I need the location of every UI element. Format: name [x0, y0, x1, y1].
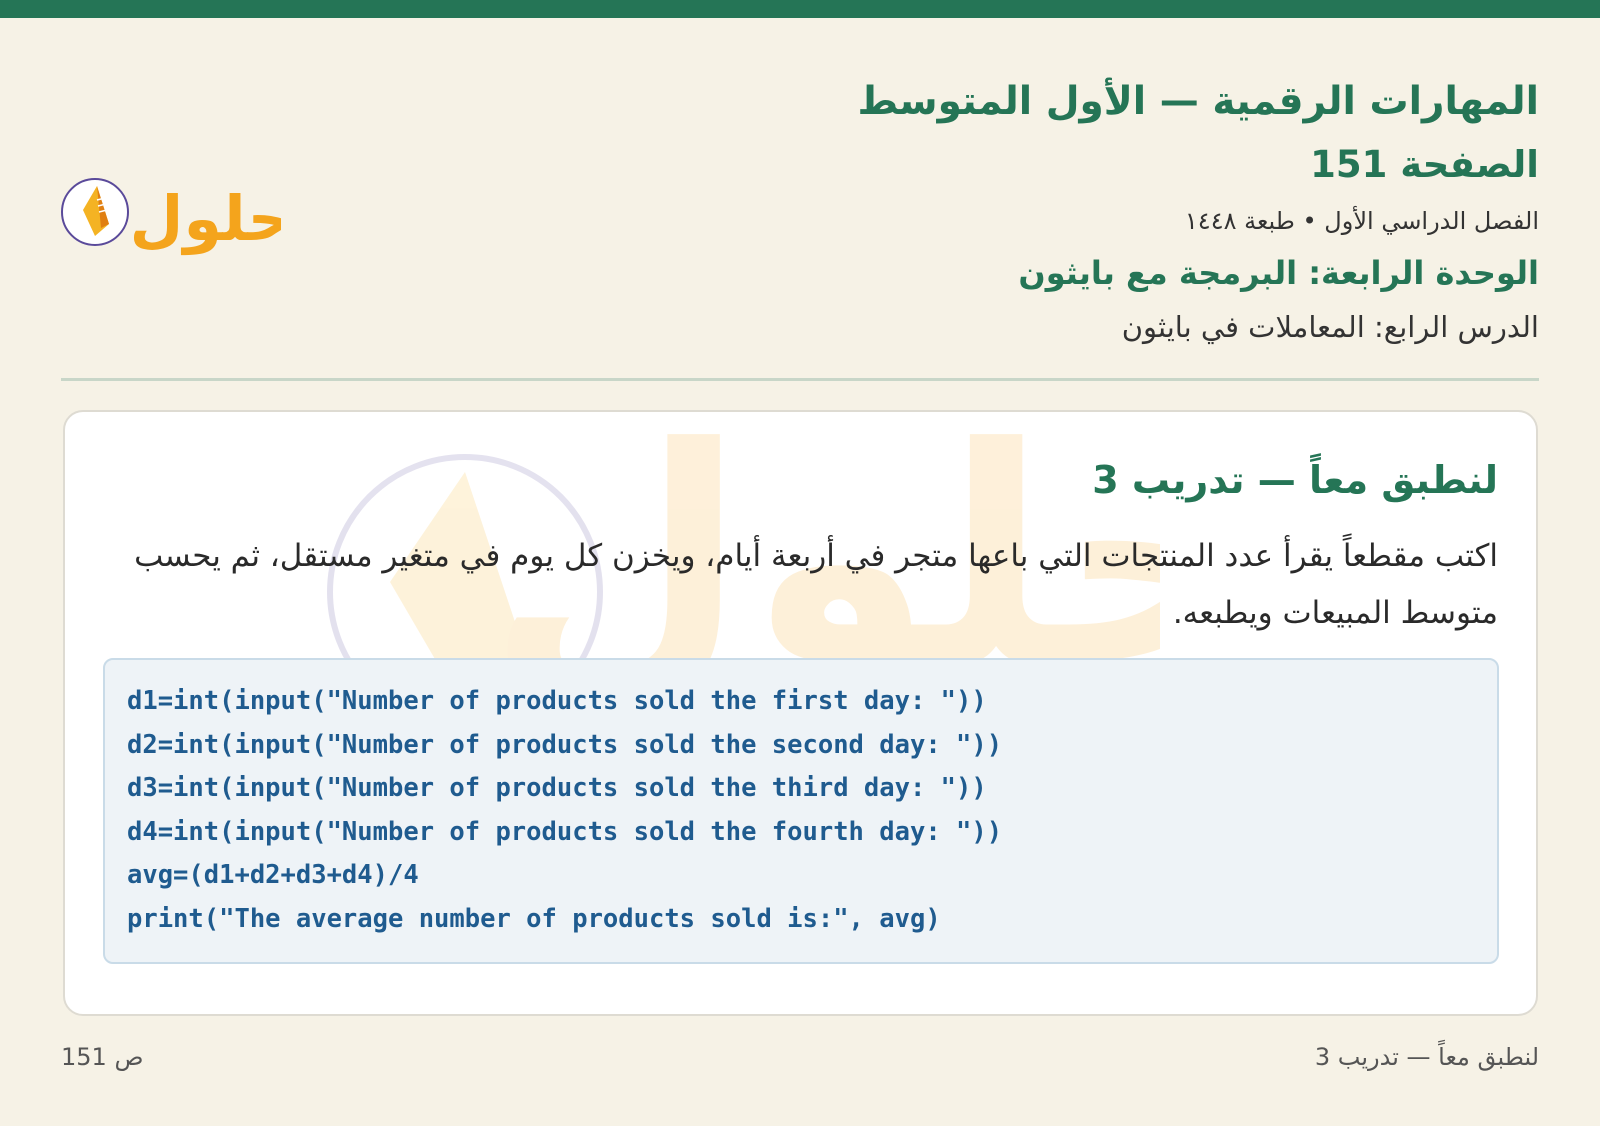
footer-section-label: لنطبق معاً — تدريب 3	[1314, 1043, 1539, 1071]
logo-text: حلول	[130, 182, 281, 255]
code-line: avg=(d1+d2+d3+d4)/4	[127, 860, 419, 890]
page-number-title: الصفحة 151	[1310, 143, 1539, 186]
code-block: d1=int(input("Number of products sold th…	[103, 658, 1499, 964]
code-line: d1=int(input("Number of products sold th…	[127, 686, 987, 716]
book-title: المهارات الرقمية — الأول المتوسط	[857, 79, 1539, 124]
header-divider	[61, 378, 1539, 381]
exercise-title: لنطبق معاً — تدريب 3	[1092, 458, 1498, 502]
code-line: print("The average number of products so…	[127, 903, 941, 934]
exercise-card: حلول لنطبق معاً — تدريب 3 اكتب مقطعاً يق…	[63, 410, 1538, 1016]
code-line: d4=int(input("Number of products sold th…	[127, 816, 1003, 847]
hulul-logo: حلول	[61, 178, 281, 255]
header-titles: المهارات الرقمية — الأول المتوسط الصفحة …	[439, 70, 1539, 354]
page-header: المهارات الرقمية — الأول المتوسط الصفحة …	[61, 70, 1539, 370]
code-line: d3=int(input("Number of products sold th…	[127, 773, 987, 803]
code-line: d2=int(input("Number of products sold th…	[127, 729, 1003, 760]
semester-edition: الفصل الدراسي الأول • طبعة ١٤٤٨	[1184, 207, 1539, 235]
exercise-prompt: اكتب مقطعاً يقرأ عدد المنتجات التي باعها…	[134, 538, 1498, 631]
footer-page-label: ص 151	[61, 1043, 144, 1071]
book-circle-icon	[61, 178, 129, 246]
top-accent-bar	[0, 0, 1600, 18]
unit-title: الوحدة الرابعة: البرمجة مع بايثون	[1018, 254, 1539, 292]
lesson-title: الدرس الرابع: المعاملات في بايثون	[1121, 310, 1539, 344]
